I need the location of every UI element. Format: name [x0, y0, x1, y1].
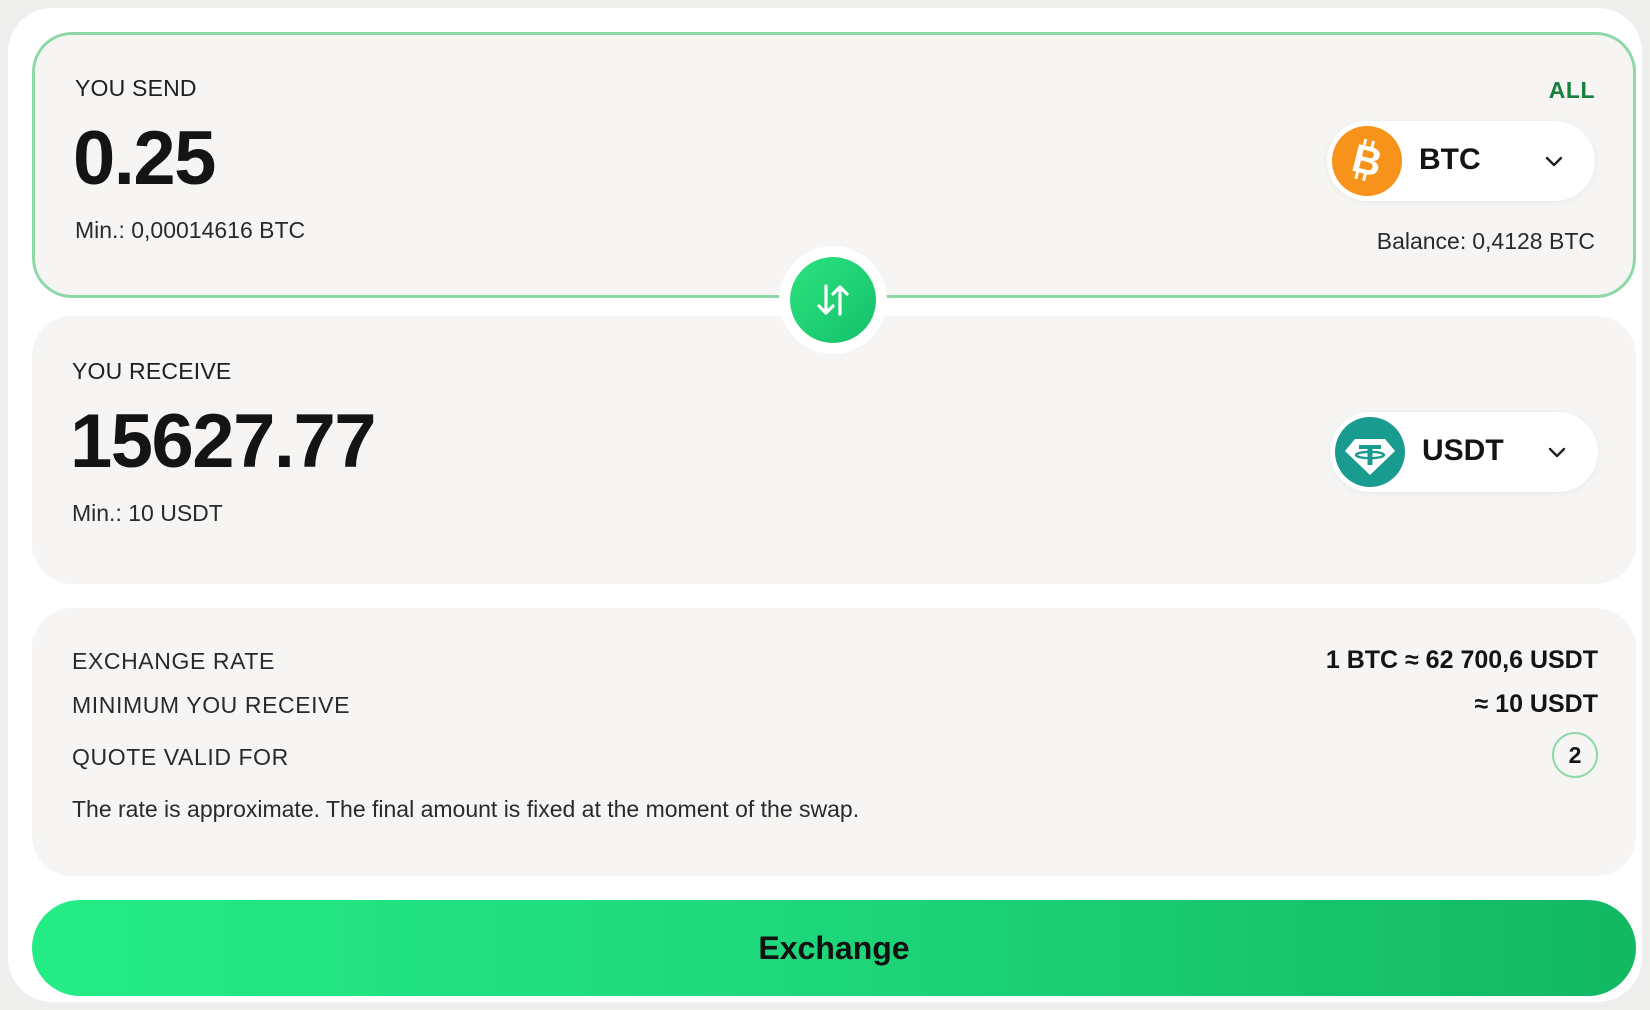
swap-button-ring — [779, 246, 887, 354]
send-label: YOU SEND — [75, 75, 197, 101]
receive-panel: YOU RECEIVE 15627.77 Min.: 10 USDT USDT — [32, 316, 1636, 584]
swap-arrows-icon — [817, 284, 849, 316]
swap-button[interactable] — [790, 257, 876, 343]
send-currency-name: BTC — [1419, 143, 1481, 176]
rate-disclaimer: The rate is approximate. The final amoun… — [72, 796, 860, 822]
rate-info-panel: EXCHANGE RATE 1 BTC ≈ 62 700,6 USDT MINI… — [32, 608, 1636, 876]
exchange-button[interactable]: Exchange — [32, 900, 1636, 996]
minimum-receive-label: MINIMUM YOU RECEIVE — [72, 692, 351, 718]
balance: Balance: 0,4128 BTC — [1377, 228, 1595, 255]
receive-currency-selector[interactable]: USDT — [1330, 412, 1598, 492]
receive-amount: 15627.77 — [70, 399, 377, 484]
minimum-receive-value: ≈ 10 USDT — [1474, 690, 1598, 718]
send-currency-selector[interactable]: B BTC — [1327, 121, 1595, 201]
send-min-text: Min.: 0,00014616 BTC — [75, 217, 306, 243]
receive-currency-name: USDT — [1422, 434, 1504, 467]
balance-value: 0,4128 BTC — [1472, 228, 1595, 254]
exchange-rate-label: EXCHANGE RATE — [72, 648, 275, 674]
tether-icon — [1335, 417, 1405, 487]
exchange-rate-value: 1 BTC ≈ 62 700,6 USDT — [1325, 646, 1598, 674]
chevron-down-icon — [1545, 156, 1563, 167]
svg-text:B: B — [1348, 136, 1387, 186]
quote-timer-badge: 2 — [1552, 732, 1598, 778]
exchange-card: YOU SEND ALL 0.25 Min.: 0,00014616 BTC B… — [8, 8, 1642, 1002]
bitcoin-icon: B — [1332, 126, 1402, 196]
receive-min-text: Min.: 10 USDT — [72, 500, 223, 526]
send-amount-input[interactable]: 0.25 — [73, 115, 216, 202]
quote-valid-label: QUOTE VALID FOR — [72, 744, 289, 770]
chevron-down-icon — [1548, 447, 1566, 458]
all-button[interactable]: ALL — [1549, 77, 1595, 104]
receive-label: YOU RECEIVE — [72, 358, 232, 384]
balance-label: Balance: — [1376, 228, 1467, 254]
